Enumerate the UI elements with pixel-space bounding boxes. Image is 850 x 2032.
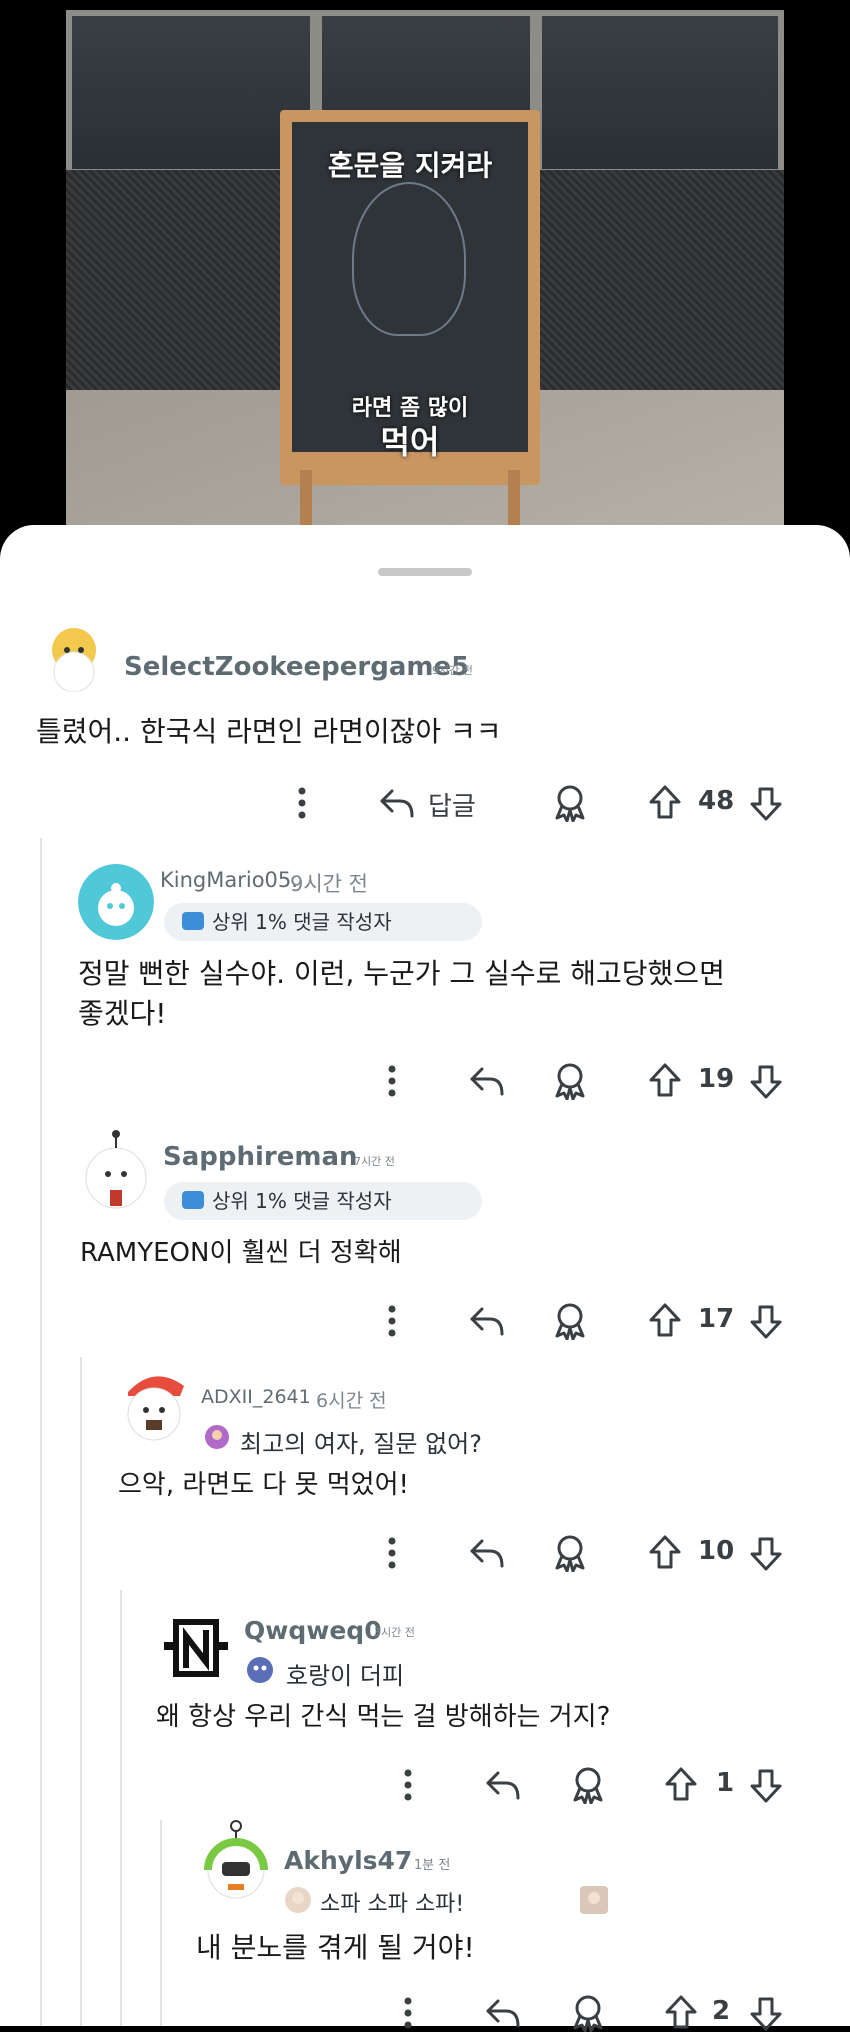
comment-username[interactable]: Sapphireman xyxy=(163,1142,358,1172)
upvote-arrow-icon[interactable] xyxy=(648,1302,682,1338)
user-flair: 최고의 여자, 질문 없어? xyxy=(240,1430,482,1458)
avatar[interactable] xyxy=(80,1128,152,1214)
thread-line xyxy=(120,1590,122,2026)
comment-time: 9시간 전 xyxy=(290,872,368,896)
downvote-arrow-icon[interactable] xyxy=(749,1996,783,2032)
comment-time: 6시간 전 xyxy=(316,1390,387,1412)
flair-image-icon xyxy=(580,1886,608,1914)
flair-emoji-icon xyxy=(204,1424,230,1450)
avatar[interactable] xyxy=(38,620,110,692)
sign-top-text: 혼문을 지켜라 xyxy=(327,149,493,182)
comment-body: 으악, 라면도 다 못 먹었어! xyxy=(118,1470,409,1500)
top-commenter-icon xyxy=(182,912,204,930)
avatar[interactable] xyxy=(78,864,154,940)
reply-arrow-icon[interactable] xyxy=(378,786,416,820)
avatar[interactable] xyxy=(200,1820,272,1906)
award-icon[interactable] xyxy=(552,1302,588,1340)
award-icon[interactable] xyxy=(552,1062,588,1100)
post-image[interactable]: 혼문을 지켜라 라면 좀 많이 먹어 xyxy=(0,0,850,560)
vote-count: 48 xyxy=(698,786,735,816)
downvote-arrow-icon[interactable] xyxy=(749,786,783,822)
vote-count: 19 xyxy=(698,1064,735,1094)
upvote-arrow-icon[interactable] xyxy=(648,1534,682,1570)
avatar[interactable] xyxy=(160,1612,232,1684)
storefront-window xyxy=(66,10,316,175)
vote-count: 1 xyxy=(716,1768,735,1798)
award-icon[interactable] xyxy=(552,1534,588,1572)
drag-handle[interactable] xyxy=(378,568,472,576)
more-options-icon[interactable] xyxy=(380,1536,404,1570)
chalkboard-sign: 혼문을 지켜라 라면 좀 많이 먹어 xyxy=(280,110,540,530)
comment-time: 9시간 전 xyxy=(432,664,473,677)
downvote-arrow-icon[interactable] xyxy=(749,1304,783,1340)
downvote-arrow-icon[interactable] xyxy=(749,1536,783,1572)
reply-arrow-icon[interactable] xyxy=(468,1536,506,1570)
comment-username[interactable]: SelectZookeepergame5 xyxy=(124,652,469,682)
comment-username[interactable]: Qwqweq0 xyxy=(244,1616,382,1645)
vote-count: 2 xyxy=(712,1996,731,2026)
comment-time: 7시간 전 xyxy=(354,1155,395,1168)
comment-username[interactable]: ADXII_2641 xyxy=(201,1386,311,1408)
downvote-arrow-icon[interactable] xyxy=(749,1768,783,1804)
more-options-icon[interactable] xyxy=(396,1996,420,2030)
sign-bottom-big-text: 먹어 xyxy=(380,423,440,461)
comment-time: 3시간 전 xyxy=(374,1626,415,1639)
user-flair: 상위 1% 댓글 작성자 xyxy=(164,903,482,941)
flair-emoji-icon xyxy=(246,1656,274,1684)
vote-count: 10 xyxy=(698,1536,735,1566)
award-icon[interactable] xyxy=(570,1766,606,1804)
upvote-arrow-icon[interactable] xyxy=(648,784,682,820)
reply-button[interactable]: 답글 xyxy=(428,786,476,823)
comment-username[interactable]: Akhyls47 xyxy=(284,1846,412,1875)
user-flair: 소파 소파 소파! xyxy=(320,1892,465,1917)
more-options-icon[interactable] xyxy=(396,1768,420,1802)
storefront-window xyxy=(536,10,784,175)
easel-leg xyxy=(300,470,312,530)
award-icon[interactable] xyxy=(570,1994,606,2032)
more-options-icon[interactable] xyxy=(380,1304,404,1338)
upvote-arrow-icon[interactable] xyxy=(664,1994,698,2030)
thread-line xyxy=(40,838,42,2026)
comment-body: 내 분노를 겪게 될 거야! xyxy=(196,1931,475,1964)
user-flair: 상위 1% 댓글 작성자 xyxy=(164,1182,482,1220)
comments-sheet xyxy=(0,525,850,2026)
user-flair: 호랑이 더피 xyxy=(286,1662,405,1690)
comment-body: RAMYEON이 훨씬 더 정확해 xyxy=(80,1238,402,1268)
thread-line xyxy=(80,1357,82,2026)
thread-line xyxy=(160,1820,162,2026)
comment-username[interactable]: KingMario05. xyxy=(160,868,298,892)
reply-arrow-icon[interactable] xyxy=(468,1064,506,1098)
easel-leg xyxy=(508,470,520,530)
comment-body-line: 정말 뻔한 실수야. 이런, 누군가 그 실수로 해고당했으면 xyxy=(78,957,725,990)
top-commenter-icon xyxy=(182,1191,204,1209)
comment-time: 1분 전 xyxy=(414,1858,451,1873)
more-options-icon[interactable] xyxy=(290,786,314,820)
flair-emoji-icon xyxy=(284,1886,312,1914)
award-icon[interactable] xyxy=(552,784,588,822)
comment-body: 틀렸어.. 한국식 라면인 라면이잖아 ㅋㅋ xyxy=(36,715,502,748)
upvote-arrow-icon[interactable] xyxy=(648,1062,682,1098)
more-options-icon[interactable] xyxy=(380,1064,404,1098)
chalk-drawing xyxy=(352,182,466,336)
reply-arrow-icon[interactable] xyxy=(468,1304,506,1338)
comment-body: 왜 항상 우리 간식 먹는 걸 방해하는 거지? xyxy=(156,1702,611,1732)
upvote-arrow-icon[interactable] xyxy=(664,1766,698,1802)
avatar[interactable] xyxy=(118,1362,190,1448)
reply-arrow-icon[interactable] xyxy=(484,1996,522,2030)
vote-count: 17 xyxy=(698,1304,735,1334)
downvote-arrow-icon[interactable] xyxy=(749,1064,783,1100)
reply-arrow-icon[interactable] xyxy=(484,1768,522,1802)
comment-body-line: 좋겠다! xyxy=(78,997,167,1030)
